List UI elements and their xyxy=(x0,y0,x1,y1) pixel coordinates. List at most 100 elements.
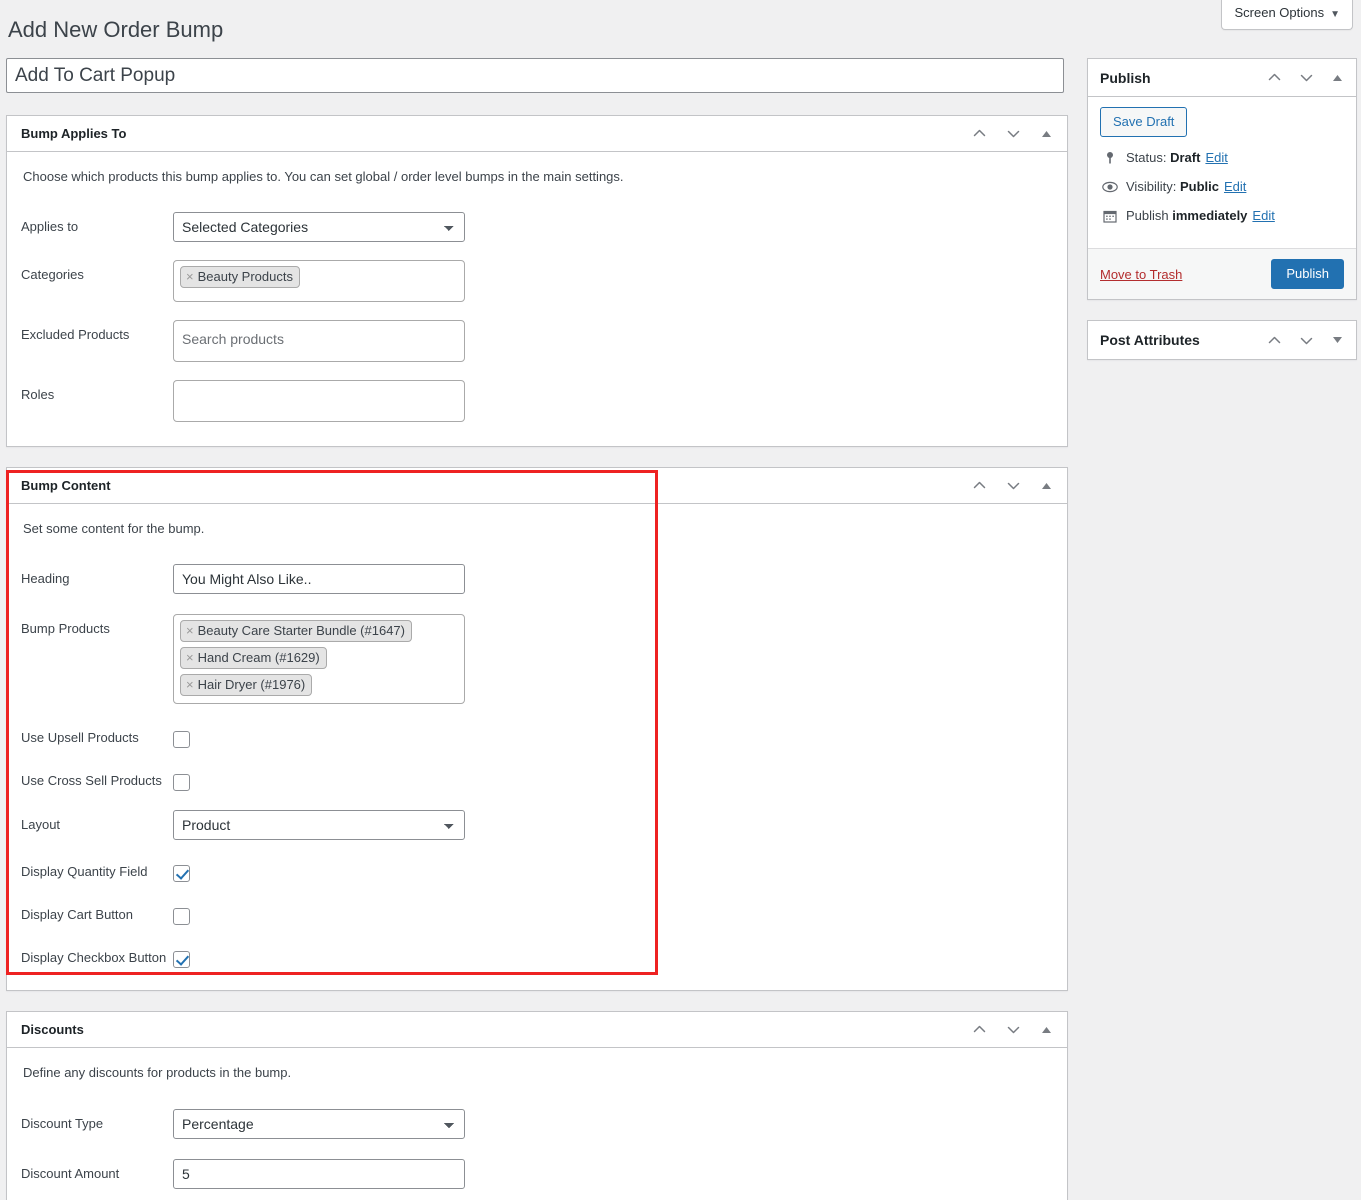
post-title-input[interactable] xyxy=(6,58,1064,93)
panel-bump-applies-to: Bump Applies To Choose which products th… xyxy=(6,115,1068,447)
applies-to-select[interactable]: Selected Categories xyxy=(173,212,465,242)
schedule-row: Publish immediately Edit xyxy=(1100,207,1344,225)
move-up-icon[interactable] xyxy=(969,476,989,496)
field-label: Display Checkbox Button xyxy=(21,946,173,967)
remove-token-icon[interactable]: × xyxy=(186,676,194,693)
field-control: Percentage xyxy=(173,1109,1053,1139)
schedule-label: Publish xyxy=(1126,207,1169,225)
remove-token-icon[interactable]: × xyxy=(186,622,194,639)
visibility-row: Visibility: PublicEdit xyxy=(1100,178,1344,196)
categories-token-input[interactable]: × Beauty Products xyxy=(173,260,465,302)
move-down-icon[interactable] xyxy=(1003,124,1023,144)
eye-icon xyxy=(1100,181,1120,193)
heading-input[interactable] xyxy=(173,564,465,594)
field-label: Use Upsell Products xyxy=(21,726,173,747)
panel-title: Bump Content xyxy=(21,479,111,492)
display-checkbox-button-checkbox[interactable] xyxy=(173,951,190,968)
visibility-label: Visibility: xyxy=(1126,178,1176,196)
move-up-icon[interactable] xyxy=(969,124,989,144)
panel-body-discounts: Define any discounts for products in the… xyxy=(7,1048,1067,1200)
panel-header-bump-content: Bump Content xyxy=(7,468,1067,504)
publish-panel-title: Publish xyxy=(1100,70,1151,86)
field-roles: Roles xyxy=(21,380,1053,422)
token-item[interactable]: × Beauty Care Starter Bundle (#1647) xyxy=(180,620,412,642)
collapse-toggle-icon[interactable] xyxy=(1037,1021,1055,1039)
field-categories: Categories × Beauty Products xyxy=(21,260,1053,302)
field-control xyxy=(173,946,1053,968)
save-draft-button[interactable]: Save Draft xyxy=(1100,107,1187,137)
bump-products-token-input[interactable]: × Beauty Care Starter Bundle (#1647) × H… xyxy=(173,614,465,704)
calendar-icon xyxy=(1100,209,1120,223)
field-display-quantity-field: Display Quantity Field xyxy=(21,860,1053,882)
field-label: Heading xyxy=(21,564,173,588)
use-cross-sell-products-checkbox[interactable] xyxy=(173,774,190,791)
token-label: Beauty Care Starter Bundle (#1647) xyxy=(198,622,405,639)
discount-amount-input[interactable] xyxy=(173,1159,465,1189)
field-display-checkbox-button: Display Checkbox Button xyxy=(21,946,1053,968)
layout-select[interactable]: Product xyxy=(173,810,465,840)
status-value: Draft xyxy=(1170,149,1200,167)
publish-major-actions: Move to Trash Publish xyxy=(1088,248,1356,299)
field-bump-products: Bump Products × Beauty Care Starter Bund… xyxy=(21,614,1053,704)
panel-description: Choose which products this bump applies … xyxy=(23,168,1053,186)
remove-token-icon[interactable]: × xyxy=(186,268,194,285)
move-down-icon[interactable] xyxy=(1296,330,1316,350)
display-cart-button-checkbox[interactable] xyxy=(173,908,190,925)
visibility-edit-link[interactable]: Edit xyxy=(1224,178,1246,196)
main-column: Bump Applies To Choose which products th… xyxy=(6,58,1068,1200)
status-edit-link[interactable]: Edit xyxy=(1205,149,1227,167)
discount-type-select[interactable]: Percentage xyxy=(173,1109,465,1139)
move-down-icon[interactable] xyxy=(1003,476,1023,496)
field-label: Layout xyxy=(21,810,173,834)
panel-body-bump-content: Set some content for the bump. Heading B… xyxy=(7,504,1067,990)
status-label: Status: xyxy=(1126,149,1166,167)
field-use-upsell-products: Use Upsell Products xyxy=(21,726,1053,748)
field-label: Display Quantity Field xyxy=(21,860,173,881)
chevron-down-icon: ▼ xyxy=(1330,9,1340,20)
collapse-toggle-icon[interactable] xyxy=(1328,69,1346,87)
move-down-icon[interactable] xyxy=(1296,68,1316,88)
move-up-icon[interactable] xyxy=(969,1020,989,1040)
field-control: Product xyxy=(173,810,1053,840)
panel-handle-actions xyxy=(1264,68,1346,88)
move-down-icon[interactable] xyxy=(1003,1020,1023,1040)
publish-panel: Publish Save Draft xyxy=(1087,58,1357,300)
post-attributes-panel-header: Post Attributes xyxy=(1088,321,1356,359)
token-item[interactable]: × Hair Dryer (#1976) xyxy=(180,674,312,696)
pin-icon xyxy=(1100,151,1120,165)
field-label: Discount Amount xyxy=(21,1159,173,1183)
field-control xyxy=(173,726,1053,748)
panel-header-discounts: Discounts xyxy=(7,1012,1067,1048)
move-up-icon[interactable] xyxy=(1264,68,1284,88)
token-item[interactable]: × Hand Cream (#1629) xyxy=(180,647,327,669)
panel-handle-actions xyxy=(969,476,1055,496)
schedule-value: immediately xyxy=(1172,207,1247,225)
field-control xyxy=(173,860,1053,882)
field-label: Discount Type xyxy=(21,1109,173,1133)
token-item[interactable]: × Beauty Products xyxy=(180,266,300,288)
use-upsell-products-checkbox[interactable] xyxy=(173,731,190,748)
expand-toggle-icon[interactable] xyxy=(1328,331,1346,349)
schedule-edit-link[interactable]: Edit xyxy=(1252,207,1274,225)
publish-panel-body: Save Draft Status: Draft Edit Visibility:… xyxy=(1088,97,1356,248)
field-display-cart-button: Display Cart Button xyxy=(21,903,1053,925)
collapse-toggle-icon[interactable] xyxy=(1037,477,1055,495)
remove-token-icon[interactable]: × xyxy=(186,649,194,666)
panel-handle-actions xyxy=(1264,330,1346,350)
screen-options-button[interactable]: Screen Options▼ xyxy=(1221,0,1353,30)
field-label: Display Cart Button xyxy=(21,903,173,924)
collapse-toggle-icon[interactable] xyxy=(1037,125,1055,143)
field-control xyxy=(173,380,1053,422)
panel-description: Define any discounts for products in the… xyxy=(23,1064,1053,1082)
publish-panel-header: Publish xyxy=(1088,59,1356,97)
field-control: Search products xyxy=(173,320,1053,362)
move-up-icon[interactable] xyxy=(1264,330,1284,350)
publish-button[interactable]: Publish xyxy=(1271,259,1344,289)
display-quantity-field-checkbox[interactable] xyxy=(173,865,190,882)
admin-page: Screen Options▼ Add New Order Bump Bump … xyxy=(0,0,1361,1200)
move-to-trash-link[interactable]: Move to Trash xyxy=(1100,267,1182,282)
field-control xyxy=(173,1159,1053,1189)
excluded-products-token-input[interactable]: Search products xyxy=(173,320,465,362)
token-label: Beauty Products xyxy=(198,268,293,285)
roles-token-input[interactable] xyxy=(173,380,465,422)
